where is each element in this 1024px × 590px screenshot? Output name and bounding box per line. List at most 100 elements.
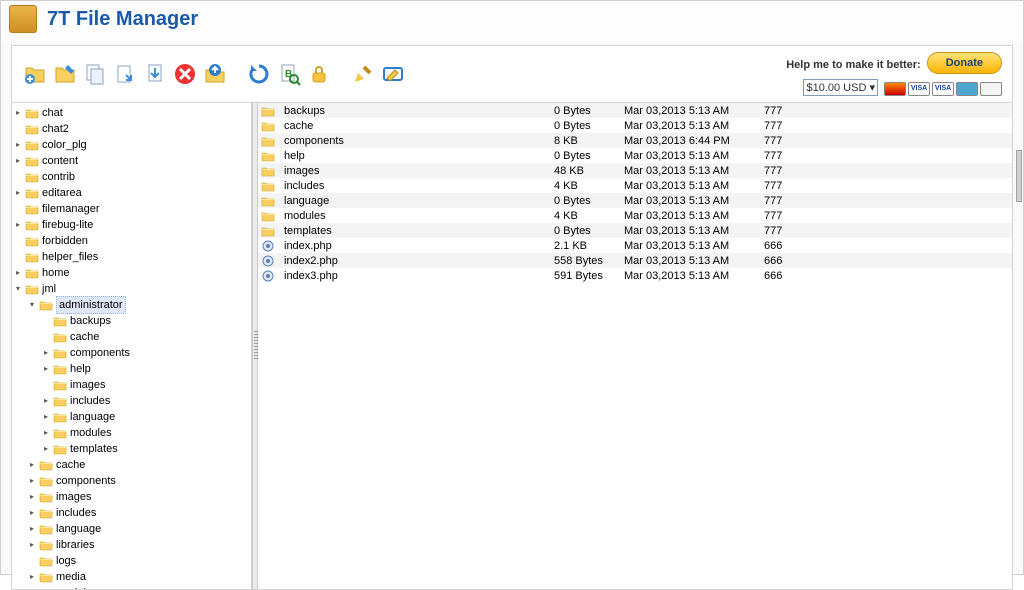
tree-node[interactable]: ▸templates — [40, 441, 251, 457]
expander-icon[interactable] — [12, 235, 24, 247]
table-row[interactable]: modules4 KBMar 03,2013 5:13 AM777 — [258, 208, 1012, 223]
tree-node[interactable]: images — [40, 377, 251, 393]
expander-icon[interactable]: ▸ — [26, 587, 38, 589]
tree-node[interactable]: ▸ includes — [40, 393, 251, 409]
table-row[interactable]: index.php2.1 KBMar 03,2013 5:13 AM666 — [258, 238, 1012, 253]
window-scrollbar[interactable] — [1016, 150, 1022, 202]
table-row[interactable]: index2.php558 BytesMar 03,2013 5:13 AM66… — [258, 253, 1012, 268]
expander-icon[interactable] — [40, 315, 52, 327]
table-row[interactable]: includes4 KBMar 03,2013 5:13 AM777 — [258, 178, 1012, 193]
tree-node[interactable]: ▸firebug-lite — [12, 217, 251, 233]
file-perm: 777 — [762, 103, 812, 118]
search-button[interactable]: B — [276, 61, 302, 87]
expander-icon[interactable]: ▸ — [12, 219, 24, 231]
expander-icon[interactable]: ▸ — [12, 267, 24, 279]
expander-icon[interactable]: ▸ — [26, 571, 38, 583]
tree-node[interactable]: ▸modules — [40, 425, 251, 441]
tree-node[interactable]: ▸components — [40, 345, 251, 361]
rename-button[interactable] — [380, 61, 406, 87]
expander-icon[interactable]: ▸ — [40, 443, 52, 455]
tree-node[interactable]: filemanager — [12, 201, 251, 217]
expander-icon[interactable] — [12, 123, 24, 135]
edit-button[interactable] — [350, 61, 376, 87]
new-folder-button[interactable] — [22, 61, 48, 87]
table-row[interactable]: language0 BytesMar 03,2013 5:13 AM777 — [258, 193, 1012, 208]
upload-button[interactable] — [202, 61, 228, 87]
expander-icon[interactable]: ▸ — [40, 411, 52, 423]
expander-icon[interactable]: ▸ — [26, 475, 38, 487]
expander-icon[interactable]: ▸ — [40, 395, 52, 407]
folder-tree-pane[interactable]: ▸ chatchat2▸color_plg▸contentcontrib▸edit… — [12, 103, 252, 589]
table-row[interactable]: images48 KBMar 03,2013 5:13 AM777 — [258, 163, 1012, 178]
tree-node[interactable]: ▸includes — [26, 505, 251, 521]
expander-icon[interactable] — [40, 379, 52, 391]
expander-icon[interactable]: ▸ — [12, 139, 24, 151]
refresh-button[interactable] — [246, 61, 272, 87]
delete-button[interactable] — [172, 61, 198, 87]
expander-icon[interactable]: ▸ — [40, 347, 52, 359]
download-button[interactable] — [142, 61, 168, 87]
file-name: language — [282, 193, 552, 208]
table-row[interactable]: cache0 BytesMar 03,2013 5:13 AM777 — [258, 118, 1012, 133]
expander-icon[interactable]: ▸ — [12, 155, 24, 167]
tree-node[interactable]: ▸content — [12, 153, 251, 169]
tree-node[interactable]: ▸cache — [26, 457, 251, 473]
table-row[interactable]: help0 BytesMar 03,2013 5:13 AM777 — [258, 148, 1012, 163]
tree-node[interactable]: chat2 — [12, 121, 251, 137]
expander-icon[interactable] — [12, 203, 24, 215]
tree-node[interactable]: cache — [40, 329, 251, 345]
tree-node[interactable]: ▸color_plg — [12, 137, 251, 153]
tree-node[interactable]: ▾jml▾administratorbackupscache▸component… — [12, 281, 251, 589]
table-row[interactable]: components8 KBMar 03,2013 6:44 PM777 — [258, 133, 1012, 148]
table-row[interactable]: backups0 BytesMar 03,2013 5:13 AM777 — [258, 103, 1012, 118]
expander-icon[interactable]: ▸ — [26, 539, 38, 551]
file-list-pane[interactable]: backups0 BytesMar 03,2013 5:13 AM777cach… — [258, 103, 1012, 589]
paste-button[interactable] — [112, 61, 138, 87]
donate-amount-select[interactable]: $10.00 USD ▾ — [803, 79, 878, 96]
expander-icon[interactable]: ▾ — [26, 299, 38, 311]
tree-node[interactable]: backups — [40, 313, 251, 329]
tree-node[interactable]: contrib — [12, 169, 251, 185]
expander-icon[interactable] — [12, 171, 24, 183]
permissions-button[interactable] — [306, 61, 332, 87]
expander-icon[interactable]: ▸ — [40, 363, 52, 375]
tree-node[interactable]: ▸components — [26, 473, 251, 489]
expander-icon[interactable]: ▸ — [26, 459, 38, 471]
tree-node[interactable]: ▸language — [40, 409, 251, 425]
tree-node[interactable]: helper_files — [12, 249, 251, 265]
tree-node[interactable]: ▸home — [12, 265, 251, 281]
tree-node[interactable]: logs — [26, 553, 251, 569]
tree-node[interactable]: ▸language — [26, 521, 251, 537]
expander-icon[interactable]: ▸ — [40, 427, 52, 439]
donate-button[interactable]: Donate — [927, 52, 1002, 74]
tree-node[interactable]: ▸media — [26, 569, 251, 585]
mastercard-icon — [884, 82, 906, 96]
tree-node-label: chat — [42, 105, 63, 121]
expander-icon[interactable]: ▸ — [12, 187, 24, 199]
tree-node[interactable]: ▸ chat — [12, 105, 251, 121]
expander-icon[interactable]: ▸ — [26, 507, 38, 519]
expander-icon[interactable] — [40, 331, 52, 343]
expander-icon[interactable]: ▸ — [26, 523, 38, 535]
expander-icon[interactable] — [26, 555, 38, 567]
expander-icon[interactable]: ▾ — [12, 283, 24, 295]
file-size: 0 Bytes — [552, 118, 622, 133]
expander-icon[interactable]: ▸ — [12, 107, 24, 119]
file-perm: 777 — [762, 163, 812, 178]
tree-node[interactable]: ▸help — [40, 361, 251, 377]
tree-node[interactable]: ▸images — [26, 489, 251, 505]
tree-node[interactable]: ▾administratorbackupscache▸components▸he… — [26, 297, 251, 457]
file-date: Mar 03,2013 5:13 AM — [622, 103, 762, 118]
expander-icon[interactable] — [12, 251, 24, 263]
copy-button[interactable] — [82, 61, 108, 87]
new-file-button[interactable] — [52, 61, 78, 87]
tree-node[interactable]: ▸modules — [26, 585, 251, 589]
table-row[interactable]: templates0 BytesMar 03,2013 5:13 AM777 — [258, 223, 1012, 238]
splitter-handle[interactable] — [252, 103, 258, 589]
table-row[interactable]: index3.php591 BytesMar 03,2013 5:13 AM66… — [258, 268, 1012, 283]
tree-node[interactable]: forbidden — [12, 233, 251, 249]
tree-node-label: includes — [70, 393, 110, 409]
expander-icon[interactable]: ▸ — [26, 491, 38, 503]
tree-node[interactable]: ▸libraries — [26, 537, 251, 553]
tree-node[interactable]: ▸editarea — [12, 185, 251, 201]
